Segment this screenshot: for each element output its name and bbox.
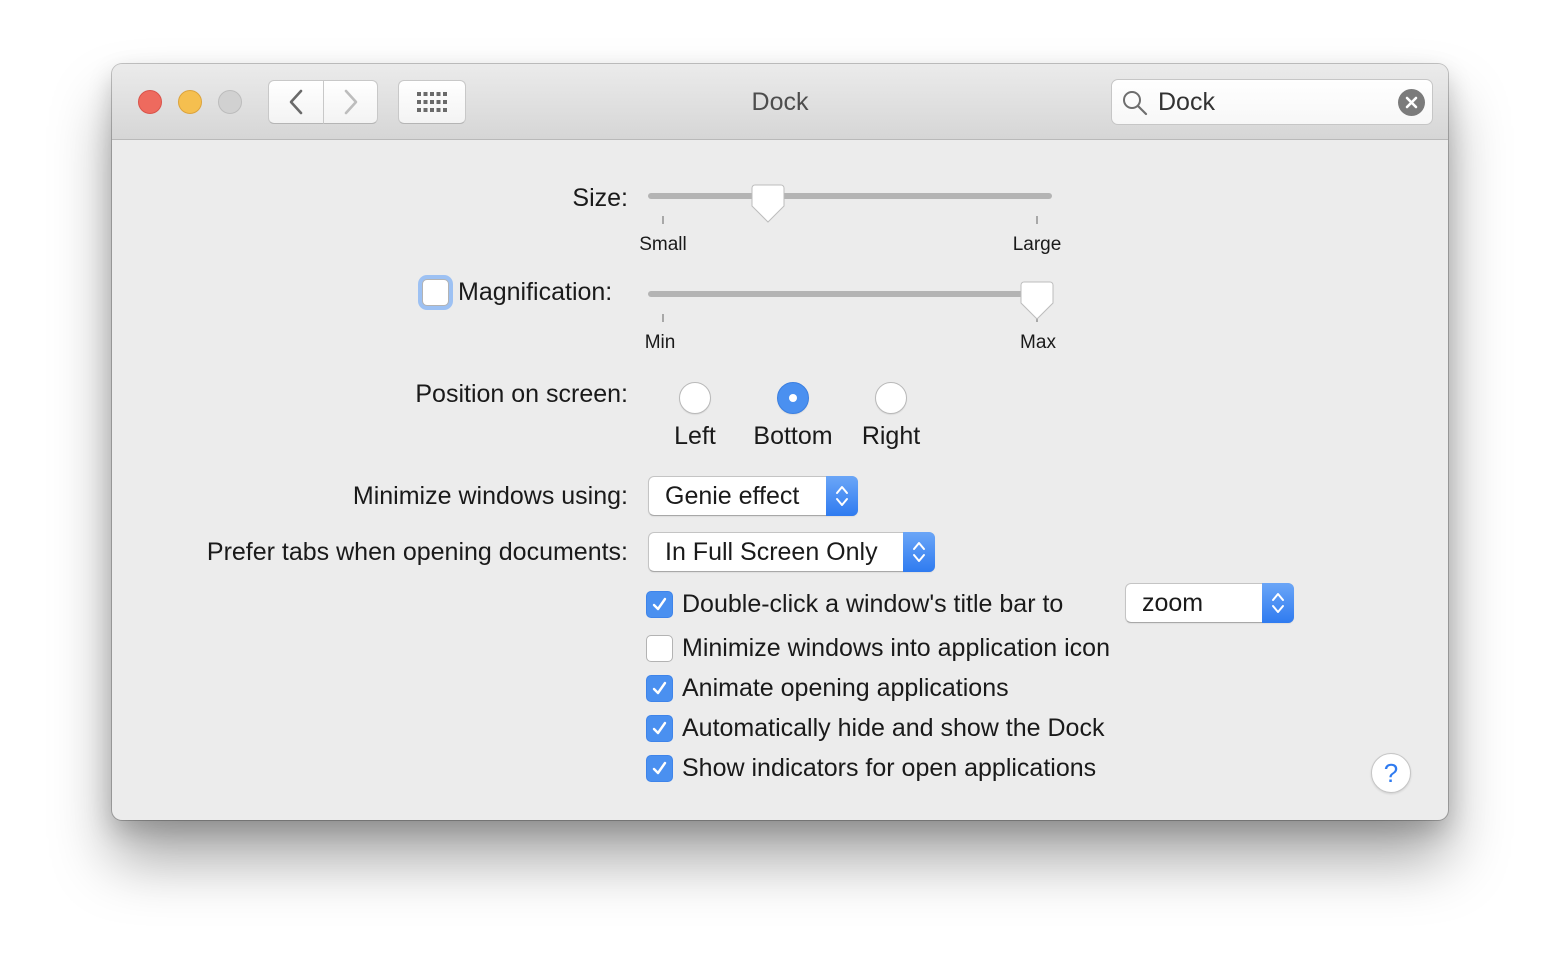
- minimize-effect-value: Genie effect: [665, 482, 800, 510]
- double-click-label[interactable]: Double-click a window's title bar to: [682, 590, 1063, 619]
- magnification-slider-thumb[interactable]: [1020, 281, 1054, 321]
- double-click-action-value: zoom: [1142, 589, 1204, 617]
- size-tick-max: [1036, 216, 1038, 224]
- updown-arrows-icon: [903, 532, 935, 572]
- clear-search-button[interactable]: [1398, 89, 1425, 116]
- size-slider-track[interactable]: [648, 193, 1052, 199]
- magnification-checkbox[interactable]: [422, 279, 449, 306]
- autohide-dock-label[interactable]: Automatically hide and show the Dock: [682, 714, 1104, 743]
- checkmark-icon: [652, 761, 667, 775]
- title-bar: Dock: [112, 64, 1448, 140]
- show-indicators-label[interactable]: Show indicators for open applications: [682, 754, 1096, 783]
- show-indicators-checkbox[interactable]: [646, 755, 673, 782]
- search-input[interactable]: [1158, 88, 1388, 116]
- double-click-action-popup[interactable]: zoom: [1125, 583, 1294, 623]
- search-field[interactable]: [1111, 79, 1433, 125]
- magnification-min-label: Min: [644, 332, 676, 353]
- magnification-label: Magnification:: [458, 278, 613, 306]
- size-max-label: Large: [1012, 234, 1062, 255]
- radio-right[interactable]: [875, 382, 907, 414]
- updown-arrows-icon: [826, 476, 858, 516]
- checkmark-icon: [652, 681, 667, 695]
- animate-opening-label[interactable]: Animate opening applications: [682, 674, 1009, 703]
- dock-preferences-window: Dock Size: Small Large: [112, 64, 1448, 820]
- checkmark-icon: [652, 721, 667, 735]
- checkmark-icon: [652, 597, 667, 611]
- magnification-tick-min: [662, 314, 664, 322]
- prefer-tabs-label: Prefer tabs when opening documents:: [206, 538, 628, 566]
- clear-icon: [1405, 96, 1418, 109]
- double-click-checkbox[interactable]: [646, 591, 673, 618]
- minimize-effect-popup[interactable]: Genie effect: [648, 476, 858, 516]
- minimize-into-icon-label[interactable]: Minimize windows into application icon: [682, 634, 1110, 663]
- radio-bottom-label[interactable]: Bottom: [753, 422, 832, 451]
- help-icon: ?: [1383, 757, 1399, 788]
- position-label: Position on screen:: [415, 380, 628, 408]
- radio-right-label[interactable]: Right: [862, 422, 920, 451]
- animate-opening-checkbox[interactable]: [646, 675, 673, 702]
- prefer-tabs-value: In Full Screen Only: [665, 538, 878, 566]
- magnification-slider-track[interactable]: [648, 291, 1052, 297]
- size-label: Size:: [572, 184, 628, 212]
- radio-left-label[interactable]: Left: [674, 422, 716, 451]
- autohide-dock-checkbox[interactable]: [646, 715, 673, 742]
- size-min-label: Small: [639, 234, 687, 255]
- radio-bottom[interactable]: [777, 382, 809, 414]
- radio-left[interactable]: [679, 382, 711, 414]
- prefer-tabs-popup[interactable]: In Full Screen Only: [648, 532, 935, 572]
- minimize-using-label: Minimize windows using:: [352, 482, 628, 510]
- updown-arrows-icon: [1262, 583, 1294, 623]
- help-button[interactable]: ?: [1371, 753, 1411, 793]
- search-icon: [1123, 91, 1148, 116]
- minimize-into-icon-checkbox[interactable]: [646, 635, 673, 662]
- size-tick-min: [662, 216, 664, 224]
- size-slider-thumb[interactable]: [751, 184, 785, 224]
- magnification-max-label: Max: [1020, 332, 1056, 353]
